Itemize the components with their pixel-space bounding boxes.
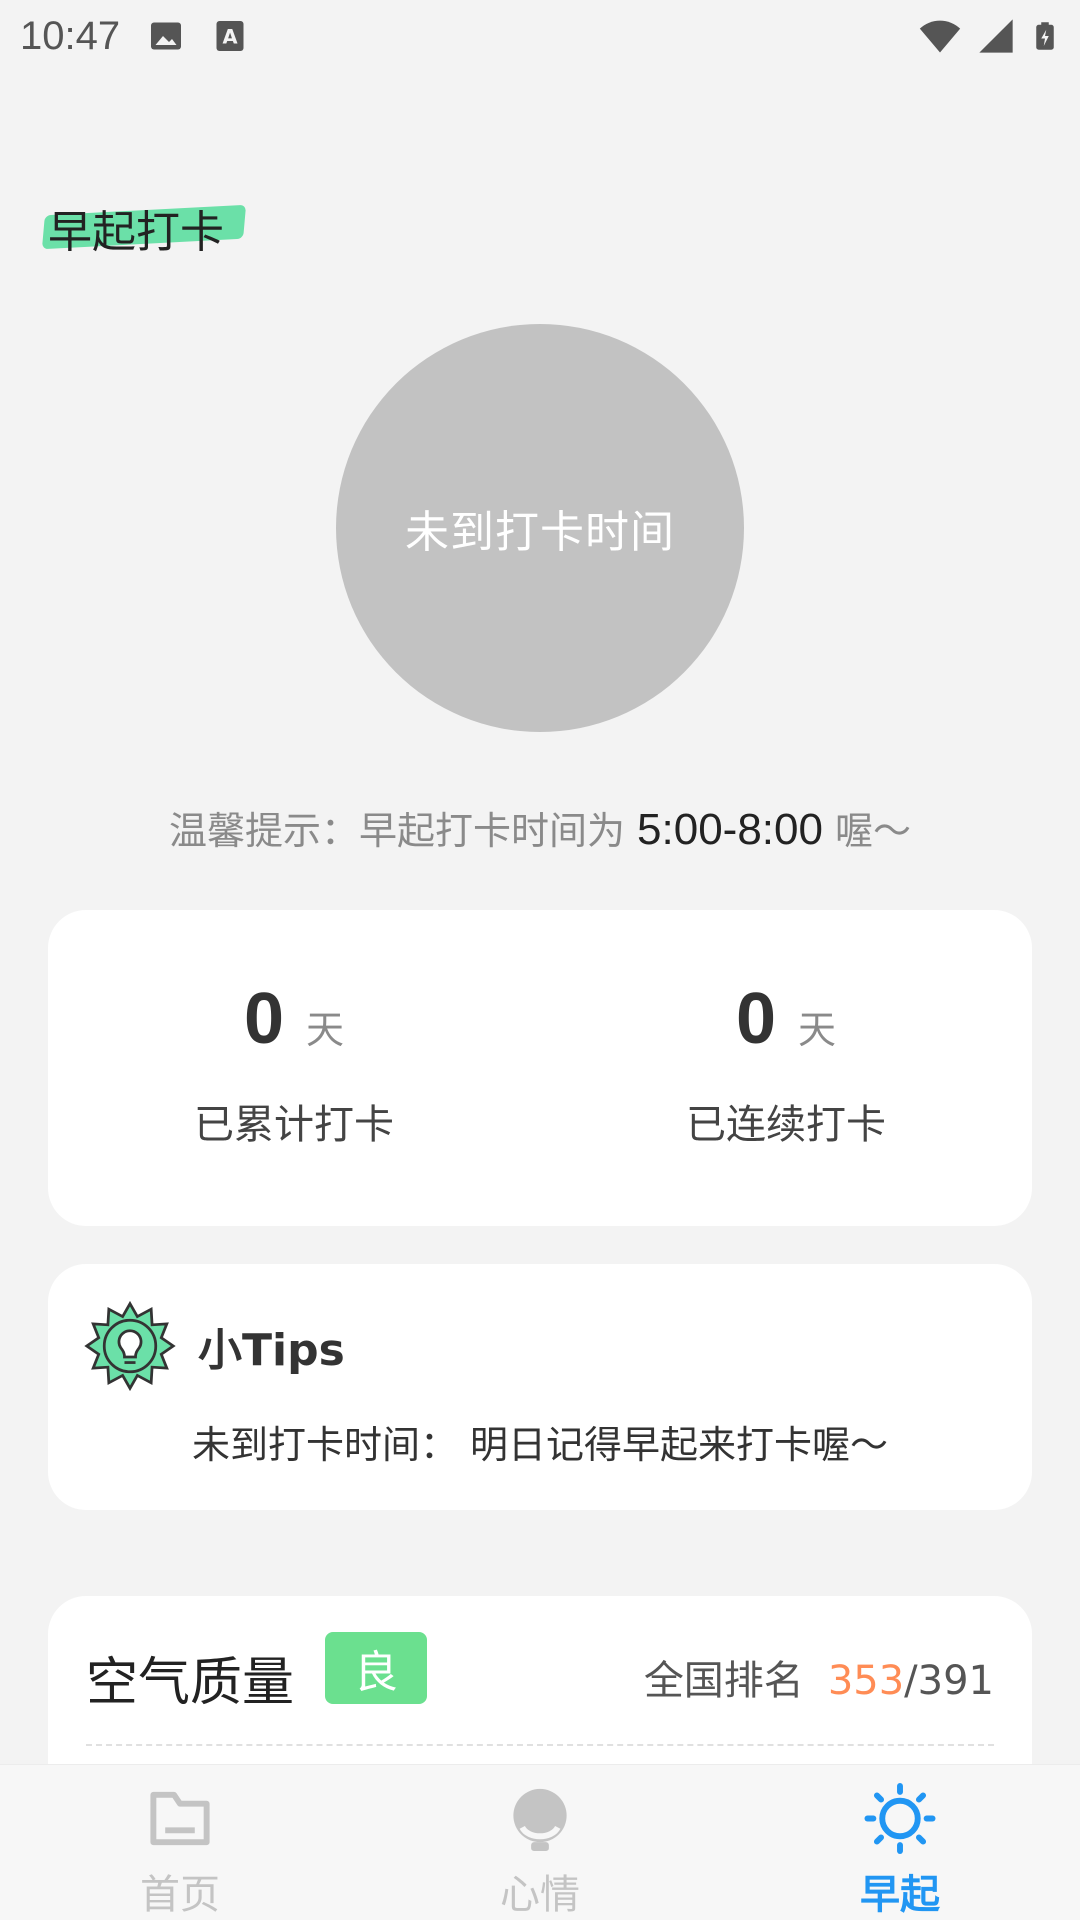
page-title: 早起打卡: [41, 196, 247, 260]
rank-total: /391: [904, 1658, 994, 1704]
stat-total: 0 天 已累计打卡: [48, 910, 540, 1226]
nav-home[interactable]: 首页: [0, 1765, 360, 1920]
stat-streak: 0 天 已连续打卡: [540, 910, 1032, 1226]
rank-value: 353: [827, 1658, 905, 1704]
status-time: 10:47: [20, 13, 121, 58]
nav-early[interactable]: 早起: [720, 1765, 1080, 1920]
sun-icon: [864, 1783, 936, 1854]
status-bar: 10:47 A: [0, 0, 1080, 72]
lightbulb-icon: [84, 1300, 176, 1392]
a-icon: A: [216, 21, 244, 51]
stats-card: 0 天 已累计打卡 0 天 已连续打卡: [48, 910, 1032, 1226]
air-quality-title: 空气质量: [86, 1653, 295, 1713]
image-icon: [151, 22, 182, 50]
air-quality-badge: 良: [325, 1632, 427, 1704]
punch-button[interactable]: 未到打卡时间: [336, 324, 744, 732]
cell-signal-icon: [979, 19, 1013, 53]
nav-mood[interactable]: 心情: [360, 1765, 720, 1920]
tips-text: 未到打卡时间： 明日记得早起来打卡喔～: [191, 1423, 889, 1467]
stat-streak-label: 已连续打卡: [686, 1102, 886, 1148]
wifi-icon: [919, 20, 961, 53]
folder-icon: [150, 1791, 210, 1846]
air-quality-rank: 全国排名 353/391: [643, 1658, 994, 1704]
tips-card: 小Tips 未到打卡时间： 明日记得早起来打卡喔～: [48, 1264, 1032, 1510]
stat-streak-value: 0: [735, 979, 777, 1059]
stat-streak-unit: 天: [798, 1008, 837, 1052]
tips-title: 小Tips: [198, 1325, 345, 1376]
divider: [86, 1744, 994, 1746]
punch-hint: 温馨提示：早起打卡时间为 5:00-8:00 喔～: [168, 805, 912, 854]
bottom-nav: 首页 心情 早起: [0, 1764, 1080, 1920]
stat-total-label: 已累计打卡: [194, 1102, 394, 1148]
time-range: 5:00-8:00: [637, 805, 823, 854]
punch-label: 未到打卡时间: [405, 507, 675, 558]
svg-text:A: A: [223, 26, 238, 49]
stat-total-unit: 天: [306, 1008, 345, 1052]
stat-total-value: 0: [243, 979, 285, 1059]
battery-charging-icon: [1036, 22, 1054, 50]
face-icon: [513, 1788, 567, 1852]
